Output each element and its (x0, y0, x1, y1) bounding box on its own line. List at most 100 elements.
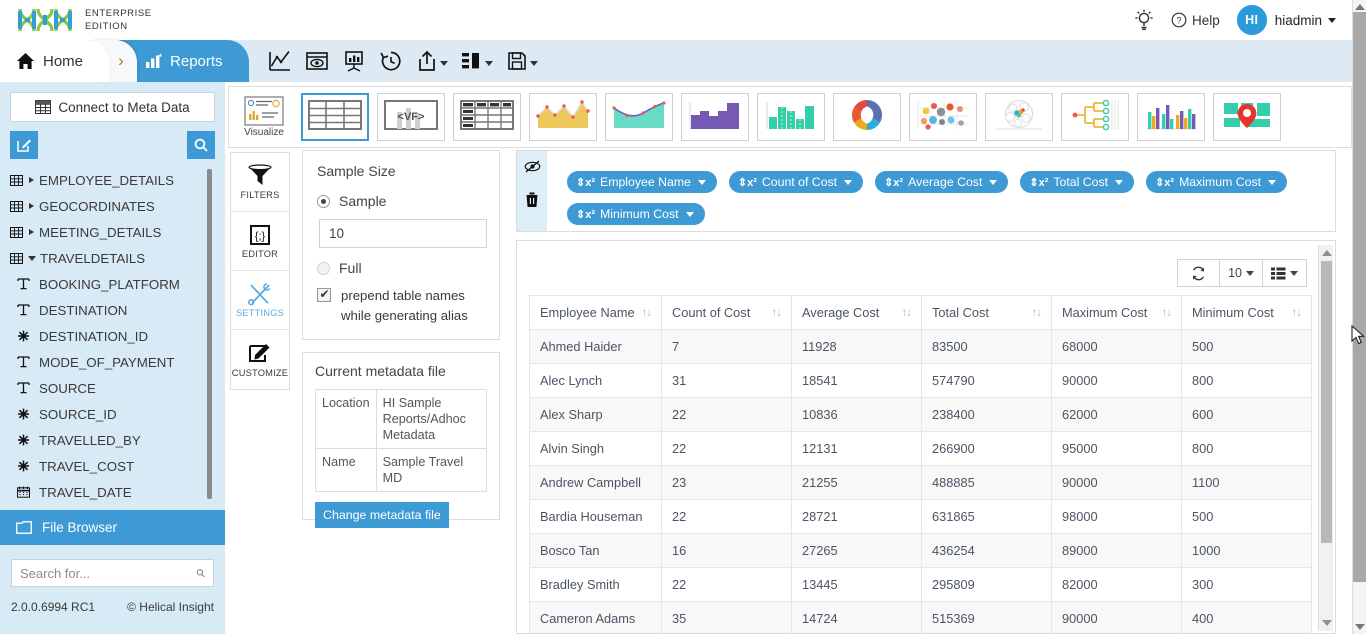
tab-filters[interactable]: FILTERS (231, 153, 289, 212)
sample-size-input[interactable] (319, 219, 487, 248)
column-header-employee-name[interactable]: Employee Name ↑↓ (529, 295, 662, 330)
tree-scrollbar[interactable] (207, 169, 212, 499)
search-icon[interactable] (196, 566, 205, 580)
preview-eye-icon[interactable] (300, 47, 334, 75)
tree-item-source-id[interactable]: SOURCE_ID (8, 401, 225, 427)
chevron-down-icon[interactable] (685, 211, 694, 217)
edit-square-icon[interactable] (10, 131, 38, 159)
table-row[interactable]: Andrew Campbell 23 21255 488885 90000 1100 (529, 465, 1312, 500)
radio-sample[interactable]: Sample (317, 193, 485, 209)
scroll-thumb[interactable] (1321, 261, 1332, 543)
tab-settings[interactable]: SETTINGS (231, 271, 289, 330)
export-upload-icon[interactable] (411, 47, 453, 75)
chevron-right-icon[interactable] (29, 203, 34, 209)
viz-card-bubble-scatter[interactable] (909, 93, 977, 141)
table-row[interactable]: Bardia Houseman 22 28721 631865 98000 500 (529, 499, 1312, 534)
viz-card-vf-chart[interactable]: <VF> (377, 93, 445, 141)
layout-columns-icon[interactable] (456, 48, 498, 74)
field-pill-employee-name[interactable]: ⇕x² Employee Name (567, 171, 717, 193)
user-menu[interactable]: HI hiadmin (1236, 5, 1336, 35)
lightbulb-icon[interactable] (1134, 9, 1154, 31)
sort-arrows-icon[interactable]: ↑↓ (772, 307, 782, 319)
column-header-minimum-cost[interactable]: Minimum Cost ↑↓ (1181, 295, 1312, 330)
tree-item-traveldetails[interactable]: TRAVELDETAILS (8, 245, 225, 271)
viz-card-map-marker[interactable] (1213, 93, 1281, 141)
chevron-down-icon[interactable] (697, 179, 706, 185)
table-row[interactable]: Alvin Singh 22 12131 266900 95000 800 (529, 431, 1312, 466)
breadcrumb-home[interactable]: Home (0, 40, 110, 82)
tree-item-booking-platform[interactable]: BOOKING_PLATFORM (8, 271, 225, 297)
sort-arrows-icon[interactable]: ↑↓ (1032, 307, 1042, 319)
viz-card-grouped-bar[interactable] (1137, 93, 1205, 141)
column-header-average-cost[interactable]: Average Cost ↑↓ (791, 295, 922, 330)
tab-customize[interactable]: CUSTOMIZE (231, 330, 289, 389)
viz-card-bar-histogram[interactable] (757, 93, 825, 141)
page-scrollbar[interactable] (1352, 0, 1366, 634)
table-row[interactable]: Ahmed Haider 7 11928 83500 68000 500 (529, 329, 1312, 364)
chevron-down-icon[interactable] (844, 179, 853, 185)
visualize-button[interactable]: Visualize (235, 96, 293, 138)
page-size-dropdown[interactable]: 10 (1220, 260, 1263, 286)
viz-card-smooth-area-chart[interactable] (605, 93, 673, 141)
chart-line-icon[interactable] (263, 47, 297, 75)
tree-item-travel-cost[interactable]: TRAVEL_COST (8, 453, 225, 479)
table-row[interactable]: Bradley Smith 22 13445 295809 82000 300 (529, 567, 1312, 602)
sort-arrows-icon[interactable]: ↑↓ (642, 307, 652, 319)
tab-editor[interactable]: {;} EDITOR (231, 212, 289, 271)
field-pill-total-cost[interactable]: ⇕x² Total Cost (1020, 171, 1135, 193)
field-pill-minimum-cost[interactable]: ⇕x² Minimum Cost (567, 203, 705, 225)
tree-item-destination-id[interactable]: DESTINATION_ID (8, 323, 225, 349)
viz-card-donut-chart[interactable] (833, 93, 901, 141)
viz-card-column-chart[interactable] (681, 93, 749, 141)
tree-item-source[interactable]: SOURCE (8, 375, 225, 401)
breadcrumb-reports[interactable]: Reports (119, 40, 249, 82)
chevron-down-icon[interactable] (989, 179, 998, 185)
tree-item-mode-of-payment[interactable]: MODE_OF_PAYMENT (8, 349, 225, 375)
field-pill-maximum-cost[interactable]: ⇕x² Maximum Cost (1146, 171, 1288, 193)
history-clock-icon[interactable] (374, 47, 408, 75)
sort-arrows-icon[interactable]: ↑↓ (1162, 307, 1172, 319)
chevron-down-icon[interactable] (1115, 179, 1124, 185)
page-scroll-up-icon[interactable] (1355, 4, 1365, 10)
scroll-up-arrow-icon[interactable] (1322, 250, 1332, 256)
chevron-right-icon[interactable] (29, 177, 34, 183)
table-row[interactable]: Cameron Adams 35 14724 515369 90000 400 (529, 601, 1312, 633)
field-pill-average-cost[interactable]: ⇕x² Average Cost (875, 171, 1009, 193)
help-button[interactable]: ? Help (1171, 12, 1220, 28)
column-header-maximum-cost[interactable]: Maximum Cost ↑↓ (1051, 295, 1182, 330)
save-floppy-icon[interactable] (501, 47, 543, 75)
presentation-icon[interactable] (337, 47, 371, 75)
viz-card-dendrogram[interactable] (1061, 93, 1129, 141)
sort-arrows-icon[interactable]: ↑↓ (902, 307, 912, 319)
table-row[interactable]: Bosco Tan 16 27265 436254 89000 1000 (529, 533, 1312, 568)
result-scrollbar[interactable] (1318, 245, 1333, 631)
tree-item-travelled-by[interactable]: TRAVELLED_BY (8, 427, 225, 453)
connect-to-meta-data-button[interactable]: Connect to Meta Data (10, 92, 215, 122)
trash-bin-icon[interactable] (525, 192, 539, 213)
sidebar-item-file-browser[interactable]: File Browser (0, 510, 225, 545)
viz-card-circle-packing[interactable] (985, 93, 1053, 141)
table-row[interactable]: Alec Lynch 31 18541 574790 90000 800 (529, 363, 1312, 398)
sort-arrows-icon[interactable]: ↑↓ (1292, 307, 1302, 319)
tree-item-travel-date[interactable]: TRAVEL_DATE (8, 479, 225, 505)
change-metadata-file-button[interactable]: Change metadata file (315, 502, 449, 528)
search-input[interactable] (20, 565, 196, 581)
chevron-right-icon[interactable] (29, 229, 34, 235)
viz-card-pivot-table[interactable] (453, 93, 521, 141)
sidebar-search-box[interactable] (11, 559, 214, 587)
page-scroll-down-icon[interactable] (1355, 624, 1365, 630)
scroll-down-arrow-icon[interactable] (1322, 620, 1332, 626)
viz-card-area-spline-chart[interactable] (529, 93, 597, 141)
table-row[interactable]: Alex Sharp 22 10836 238400 62000 600 (529, 397, 1312, 432)
prepend-table-names-checkbox[interactable]: prepend table names while generating ali… (317, 286, 485, 326)
column-chooser-button[interactable] (1263, 260, 1306, 286)
tree-item-meeting-details[interactable]: MEETING_DETAILS (8, 219, 225, 245)
viz-card-table-chart[interactable] (301, 93, 369, 141)
tree-item-destination[interactable]: DESTINATION (8, 297, 225, 323)
chevron-down-icon[interactable] (1268, 179, 1277, 185)
tree-item-employee-details[interactable]: EMPLOYEE_DETAILS (8, 167, 225, 193)
radio-full[interactable]: Full (317, 260, 485, 276)
tree-item-geocordinates[interactable]: GEOCORDINATES (8, 193, 225, 219)
chevron-down-icon[interactable] (28, 255, 36, 261)
column-header-total-cost[interactable]: Total Cost ↑↓ (921, 295, 1052, 330)
